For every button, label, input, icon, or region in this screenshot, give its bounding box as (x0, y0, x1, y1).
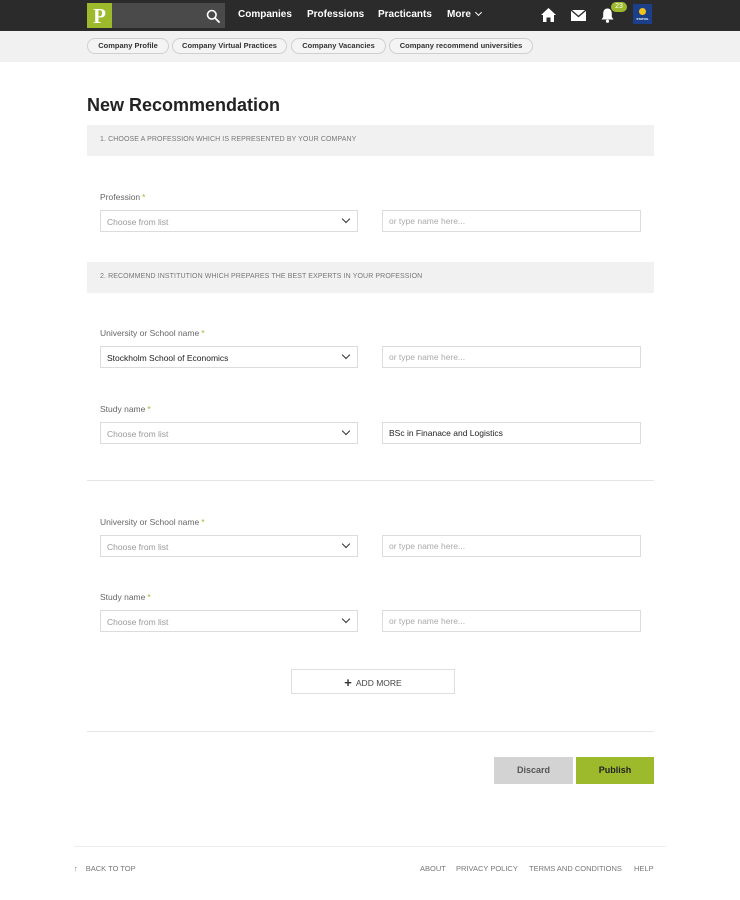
footer-divider (74, 846, 666, 847)
section-2-title: 2. RECOMMEND INSTITUTION WHICH PREPARES … (100, 273, 423, 280)
company-subnav: Company Profile Company Virtual Practice… (0, 31, 740, 62)
footer-link-terms-and-conditions[interactable]: TERMS AND CONDITIONS (529, 864, 622, 873)
footer-link-privacy-policy[interactable]: PRIVACY POLICY (456, 864, 518, 873)
add-more-label: ADD MORE (355, 678, 402, 688)
study-1-label-text: Study name (100, 404, 146, 414)
site-logo[interactable]: P (87, 3, 112, 28)
profession-label-text: Profession (100, 192, 141, 202)
chevron-down-icon (341, 426, 351, 436)
study-2-label-text: Study name (100, 592, 146, 602)
back-to-top-label: BACK TO TOP (85, 864, 136, 873)
study-1-select-value: Choose from list (107, 429, 169, 439)
section-2-header: 2. RECOMMEND INSTITUTION WHICH PREPARES … (87, 262, 654, 293)
study-2-name-input[interactable] (382, 610, 641, 632)
chevron-down-icon (341, 614, 351, 624)
required-marker: * (147, 592, 151, 602)
company-avatar[interactable]: STATOIL (633, 4, 652, 24)
subnav-company-vacancies[interactable]: Company Vacancies (291, 38, 386, 54)
avatar-text: STATOIL (636, 17, 649, 21)
chevron-down-icon (341, 214, 351, 224)
study-1-label: Study name * (100, 404, 151, 414)
divider (87, 480, 654, 481)
subnav-company-profile[interactable]: Company Profile (87, 38, 169, 54)
section-1-title: 1. CHOOSE A PROFESSION WHICH IS REPRESEN… (100, 136, 357, 143)
chevron-down-icon (341, 539, 351, 549)
nav-professions[interactable]: Professions (307, 9, 364, 20)
chevron-down-icon (474, 8, 482, 17)
profession-select[interactable]: Choose from list (100, 210, 358, 232)
search-box (112, 3, 225, 28)
study-2-label: Study name * (100, 592, 151, 602)
required-marker: * (201, 517, 205, 527)
mail-icon[interactable] (570, 7, 587, 23)
nav-more[interactable]: More (447, 8, 482, 20)
university-2-select[interactable]: Choose from list (100, 535, 358, 557)
back-to-top-link[interactable]: ↑ BACK TO TOP (74, 864, 136, 873)
study-2-select[interactable]: Choose from list (100, 610, 358, 632)
university-1-name-input[interactable] (382, 346, 641, 368)
search-input[interactable] (112, 3, 202, 28)
study-2-select-value: Choose from list (107, 617, 169, 627)
notification-count-badge: 23 (611, 2, 627, 12)
university-1-label-text: University or School name (100, 328, 200, 338)
footer-link-help[interactable]: HELP (634, 864, 654, 873)
discard-button[interactable]: Discard (494, 757, 573, 784)
arrow-up-icon: ↑ (74, 864, 78, 873)
subnav-company-recommend-universities[interactable]: Company recommend universities (389, 38, 533, 54)
footer-link-about[interactable]: ABOUT (420, 864, 446, 873)
profession-name-input[interactable] (382, 210, 641, 232)
required-marker: * (147, 404, 151, 414)
home-icon[interactable] (540, 7, 557, 23)
top-navigation-bar: P Companies Professions Practicants More… (0, 0, 740, 31)
profession-label: Profession * (100, 192, 145, 202)
university-1-select[interactable]: Stockholm School of Economics (100, 346, 358, 368)
profession-select-value: Choose from list (107, 217, 169, 227)
chevron-down-icon (341, 350, 351, 360)
nav-more-label: More (447, 9, 471, 20)
university-1-label: University or School name * (100, 328, 205, 338)
study-1-name-input[interactable] (382, 422, 641, 444)
avatar-logo-mark (639, 8, 646, 15)
required-marker: * (201, 328, 205, 338)
page-title: New Recommendation (87, 95, 281, 115)
nav-practicants[interactable]: Practicants (378, 9, 432, 20)
nav-companies[interactable]: Companies (238, 9, 292, 20)
search-icon[interactable] (206, 9, 220, 23)
divider (87, 731, 654, 732)
plus-icon: + (344, 675, 352, 690)
subnav-company-virtual-practices[interactable]: Company Virtual Practices (172, 38, 287, 54)
publish-button[interactable]: Publish (576, 757, 654, 784)
university-2-label: University or School name * (100, 517, 205, 527)
university-2-select-value: Choose from list (107, 542, 169, 552)
university-2-name-input[interactable] (382, 535, 641, 557)
university-1-select-value: Stockholm School of Economics (107, 353, 229, 363)
study-1-select[interactable]: Choose from list (100, 422, 358, 444)
required-marker: * (142, 192, 146, 202)
university-2-label-text: University or School name (100, 517, 200, 527)
add-more-button[interactable]: + ADD MORE (291, 669, 455, 694)
section-1-header: 1. CHOOSE A PROFESSION WHICH IS REPRESEN… (87, 125, 654, 156)
